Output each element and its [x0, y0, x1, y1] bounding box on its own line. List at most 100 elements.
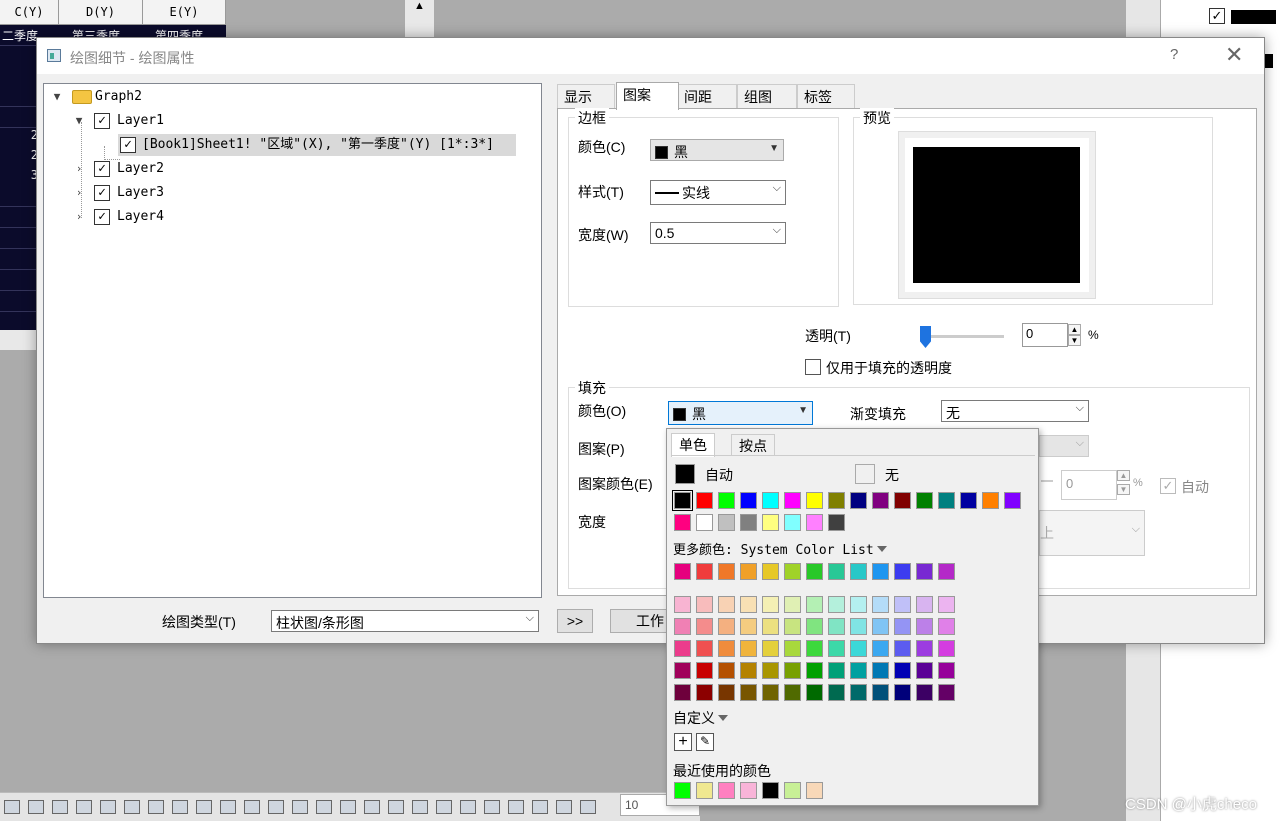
shade-color-swatch[interactable] [762, 662, 779, 679]
recent-color-swatch[interactable] [718, 782, 735, 799]
plot-type-combo[interactable]: 柱状图/条形图 ⌵ [271, 610, 539, 632]
basic-color-swatch[interactable] [916, 492, 933, 509]
border-color-combo[interactable]: 黑 ▼ [650, 139, 784, 161]
cell[interactable]: 二季度 [2, 27, 38, 44]
recent-color-swatch[interactable] [784, 782, 801, 799]
transparency-input[interactable]: 0 [1022, 323, 1068, 347]
basic-color-swatch[interactable] [960, 492, 977, 509]
shade-color-swatch[interactable] [872, 618, 889, 635]
chevron-down-icon[interactable]: ▼ [72, 110, 86, 132]
shade-color-swatch[interactable] [894, 640, 911, 657]
dialog-titlebar[interactable]: 绘图细节 - 绘图属性 ? ✕ [37, 38, 1264, 74]
basic-color-swatch[interactable] [740, 514, 757, 531]
system-color-swatch[interactable] [784, 563, 801, 580]
shade-color-swatch[interactable] [696, 596, 713, 613]
shade-color-swatch[interactable] [784, 662, 801, 679]
toolbar-icon[interactable] [508, 800, 524, 814]
tab-display[interactable]: 显示 [557, 84, 615, 108]
shade-color-swatch[interactable] [806, 640, 823, 657]
shade-color-swatch[interactable] [784, 640, 801, 657]
shade-color-swatch[interactable] [894, 684, 911, 701]
basic-color-swatch[interactable] [982, 492, 999, 509]
workbook-button[interactable]: 工作 [610, 609, 670, 633]
shade-color-swatch[interactable] [674, 618, 691, 635]
shade-color-swatch[interactable] [718, 618, 735, 635]
toolbar-icon[interactable] [436, 800, 452, 814]
toolbar-icon[interactable] [124, 800, 140, 814]
basic-color-swatch[interactable] [762, 492, 779, 509]
toolbar-icon[interactable] [580, 800, 596, 814]
recent-color-swatch[interactable] [762, 782, 779, 799]
system-color-swatch[interactable] [718, 563, 735, 580]
transparency-slider-track[interactable] [920, 335, 1004, 338]
shade-color-swatch[interactable] [828, 684, 845, 701]
shade-color-swatch[interactable] [740, 618, 757, 635]
shade-color-swatch[interactable] [718, 662, 735, 679]
shade-color-swatch[interactable] [828, 618, 845, 635]
shade-color-swatch[interactable] [894, 618, 911, 635]
tab-labels[interactable]: 标签 [797, 84, 855, 108]
column-header-c[interactable]: C(Y) [0, 0, 59, 25]
shade-color-swatch[interactable] [674, 596, 691, 613]
basic-color-swatch[interactable] [740, 492, 757, 509]
no-color-swatch[interactable] [855, 464, 875, 484]
shade-color-swatch[interactable] [872, 662, 889, 679]
shade-color-swatch[interactable] [784, 618, 801, 635]
system-color-swatch[interactable] [740, 563, 757, 580]
basic-color-swatch[interactable] [828, 492, 845, 509]
basic-color-swatch[interactable] [1004, 492, 1021, 509]
more-colors-label[interactable]: 更多颜色: System Color List [673, 539, 887, 558]
popup-tab-by-point[interactable]: 按点 [731, 434, 775, 456]
shade-color-swatch[interactable] [938, 596, 955, 613]
tab-group[interactable]: 组图 [737, 84, 797, 108]
shade-color-swatch[interactable] [674, 640, 691, 657]
shade-color-swatch[interactable] [762, 684, 779, 701]
system-color-swatch[interactable] [674, 563, 691, 580]
shade-color-swatch[interactable] [916, 596, 933, 613]
custom-colors-label[interactable]: 自定义 [673, 708, 728, 728]
shade-color-swatch[interactable] [872, 596, 889, 613]
recent-color-swatch[interactable] [674, 782, 691, 799]
shade-color-swatch[interactable] [828, 640, 845, 657]
shade-color-swatch[interactable] [806, 596, 823, 613]
toolbar-icon[interactable] [196, 800, 212, 814]
shade-color-swatch[interactable] [762, 596, 779, 613]
shade-color-swatch[interactable] [850, 596, 867, 613]
shade-color-swatch[interactable] [850, 618, 867, 635]
object-checkbox[interactable]: ✓ [1209, 8, 1225, 24]
spin-up-icon[interactable]: ▲ [1068, 324, 1081, 335]
shade-color-swatch[interactable] [872, 640, 889, 657]
toolbar-icon[interactable] [316, 800, 332, 814]
basic-color-swatch[interactable] [718, 514, 735, 531]
toolbar-icon[interactable] [364, 800, 380, 814]
basic-color-swatch[interactable] [894, 492, 911, 509]
basic-color-swatch[interactable] [938, 492, 955, 509]
column-header-e[interactable]: E(Y) [143, 0, 226, 25]
system-color-swatch[interactable] [806, 563, 823, 580]
shade-color-swatch[interactable] [718, 596, 735, 613]
plot-checkbox[interactable]: ✓ [120, 137, 136, 153]
shade-color-swatch[interactable] [674, 684, 691, 701]
shade-color-swatch[interactable] [938, 662, 955, 679]
basic-color-swatch[interactable] [828, 514, 845, 531]
shade-color-swatch[interactable] [696, 618, 713, 635]
toolbar-icon[interactable] [388, 800, 404, 814]
toolbar-icon[interactable] [340, 800, 356, 814]
border-style-combo[interactable]: 实线 ⌵ [650, 180, 786, 205]
help-button[interactable]: ? [1170, 46, 1178, 63]
tree-node-plot[interactable]: ✓ [Book1]Sheet1! "区域"(X), "第一季度"(Y) [1*:… [118, 134, 516, 156]
shade-color-swatch[interactable] [696, 662, 713, 679]
toolbar-icon[interactable] [52, 800, 68, 814]
shade-color-swatch[interactable] [850, 662, 867, 679]
shade-color-swatch[interactable] [762, 618, 779, 635]
layer2-checkbox[interactable]: ✓ [94, 161, 110, 177]
shade-color-swatch[interactable] [740, 662, 757, 679]
layer4-checkbox[interactable]: ✓ [94, 209, 110, 225]
basic-color-swatch[interactable] [784, 492, 801, 509]
toolbar-icon[interactable] [292, 800, 308, 814]
toolbar-icon[interactable] [220, 800, 236, 814]
recent-color-swatch[interactable] [740, 782, 757, 799]
shade-color-swatch[interactable] [674, 662, 691, 679]
shade-color-swatch[interactable] [938, 640, 955, 657]
basic-color-swatch[interactable] [872, 492, 889, 509]
